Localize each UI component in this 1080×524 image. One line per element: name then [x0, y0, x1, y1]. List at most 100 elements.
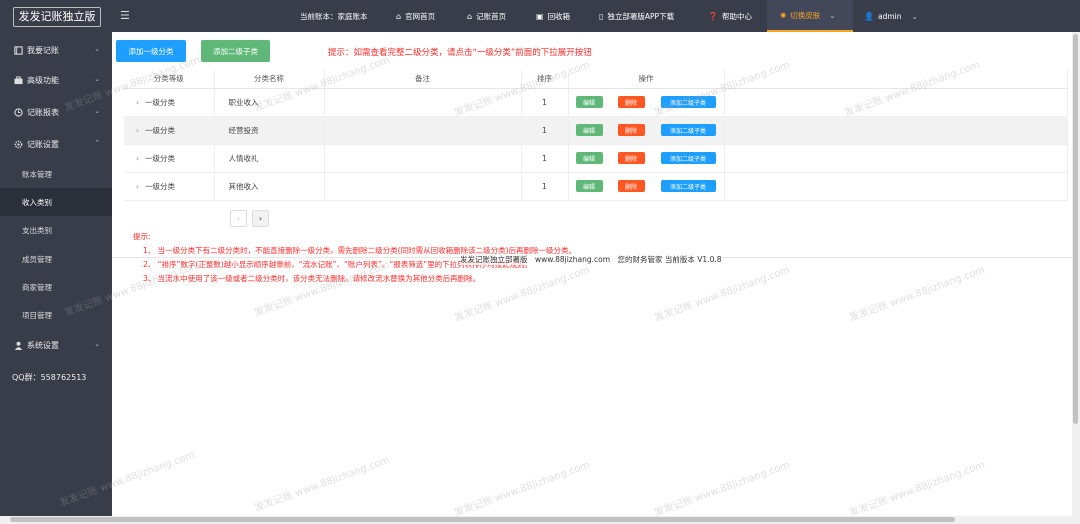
- sidebar-subitem-expense-categories[interactable]: 支出类别: [0, 216, 112, 244]
- clock-icon: [13, 107, 23, 117]
- level-cell[interactable]: › 一级分类: [124, 172, 215, 201]
- edit-button[interactable]: 编辑: [575, 124, 603, 136]
- add-subcategory-button[interactable]: 添加二级子类: [660, 96, 716, 108]
- note-cell: [324, 172, 522, 201]
- home-icon: ⌂: [467, 11, 473, 21]
- add-level1-button[interactable]: 添加一级分类: [116, 40, 186, 62]
- phone-icon: ▯: [599, 11, 604, 21]
- top-hint: 提示：如需查看完整二级分类，请点击“一级分类”前面的下拉展开按钮: [328, 48, 592, 58]
- nav-label: 独立部署版APP下载: [607, 11, 675, 21]
- nav-official-home[interactable]: ⌂ 官网首页: [396, 0, 435, 32]
- empty-cell: [724, 172, 1068, 201]
- level-cell[interactable]: › 一级分类: [124, 116, 215, 145]
- sidebar: 发发记账独立版 我要记账 ⌄ 高级功能 ⌄ 记账报表 ⌄ 记账设置 ⌃ 账本管理…: [0, 0, 112, 524]
- edit-button[interactable]: 编辑: [575, 152, 603, 164]
- add-level2-button[interactable]: 添加二级子类: [201, 40, 270, 62]
- edit-button[interactable]: 编辑: [575, 180, 603, 192]
- switch-skin-button[interactable]: ✺ 切换皮肤 ⌄: [767, 0, 853, 32]
- note-cell: [324, 144, 522, 173]
- menu-toggle-icon[interactable]: ☰: [120, 9, 130, 22]
- expand-chevron-icon[interactable]: ›: [136, 154, 139, 163]
- sidebar-subitem-projects[interactable]: 项目管理: [0, 301, 112, 329]
- current-book: 当前账本：家庭账本: [300, 11, 368, 21]
- level-cell[interactable]: › 一级分类: [124, 144, 215, 173]
- nav-record-home[interactable]: ⌂ 记账首页: [467, 0, 506, 32]
- delete-button[interactable]: 删除: [617, 180, 645, 192]
- ops-cell: 编辑 删除 添加二级子类: [568, 116, 725, 145]
- chevron-down-icon: ⌄: [829, 10, 836, 20]
- footer-text: 发发记账独立部署版 www.88jizhang.com 您的财务管家 当前版本 …: [460, 254, 722, 265]
- level-text: 一级分类: [145, 97, 175, 107]
- expand-chevron-icon[interactable]: ›: [136, 182, 139, 191]
- help-icon: ❓: [708, 11, 718, 21]
- briefcase-icon: [13, 75, 23, 85]
- sort-cell: 1: [521, 172, 569, 201]
- delete-button[interactable]: 删除: [617, 96, 645, 108]
- pager-prev-button[interactable]: ‹: [230, 210, 247, 227]
- ops-cell: 编辑 删除 添加二级子类: [568, 88, 725, 117]
- horizontal-scroll-thumb[interactable]: [10, 517, 955, 522]
- user-icon: 👤: [864, 11, 874, 21]
- name-cell: 职业收入: [214, 88, 325, 117]
- sidebar-subitem-books[interactable]: 账本管理: [0, 160, 112, 188]
- qq-group: QQ群：558762513: [12, 373, 87, 382]
- home-icon: ⌂: [396, 11, 402, 21]
- chevron-down-icon: ⌄: [94, 45, 100, 53]
- expand-chevron-icon[interactable]: ›: [136, 98, 139, 107]
- expand-chevron-icon[interactable]: ›: [136, 126, 139, 135]
- user-menu[interactable]: 👤 admin ⌄: [864, 0, 918, 32]
- table-row: › 一级分类 经营投资 1 编辑 删除 添加二级子类: [124, 116, 1068, 145]
- sort-cell: 1: [521, 116, 569, 145]
- nav-app-download[interactable]: ▯ 独立部署版APP下载: [599, 0, 674, 32]
- sidebar-item-settings[interactable]: 记账设置 ⌃: [0, 130, 112, 158]
- sidebar-item-label: 记账报表: [27, 107, 59, 117]
- nav-recycle-bin[interactable]: ▣ 回收箱: [536, 0, 570, 32]
- sidebar-subitem-members[interactable]: 成员管理: [0, 245, 112, 273]
- add-subcategory-button[interactable]: 添加二级子类: [660, 152, 716, 164]
- note-cell: [324, 116, 522, 145]
- top-navbar: ☰ 当前账本：家庭账本 ⌂ 官网首页 ⌂ 记账首页 ▣ 回收箱 ▯ 独立部署版APP下载…: [112, 0, 1080, 32]
- empty-cell: [724, 116, 1068, 145]
- level-text: 一级分类: [145, 181, 175, 191]
- add-subcategory-button[interactable]: 添加二级子类: [660, 124, 716, 136]
- sidebar-subitem-merchants[interactable]: 商家管理: [0, 273, 112, 301]
- sidebar-item-label: 我要记账: [27, 45, 59, 55]
- delete-button[interactable]: 删除: [617, 152, 645, 164]
- user-icon: [13, 340, 23, 350]
- chevron-down-icon: ⌄: [911, 11, 918, 21]
- nav-help-center[interactable]: ❓ 帮助中心: [708, 0, 752, 32]
- app-logo[interactable]: 发发记账独立版: [13, 7, 101, 27]
- sidebar-item-label: 记账设置: [27, 139, 59, 149]
- category-table: 分类等级 分类名称 备注 排序 操作 › 一级分类 职业收入 1 编辑 删除 添加二级…: [124, 70, 1068, 201]
- nav-label: 帮助中心: [721, 11, 752, 21]
- empty-cell: [724, 88, 1068, 117]
- nav-label: 官网首页: [405, 11, 436, 21]
- add-subcategory-button[interactable]: 添加二级子类: [660, 180, 716, 192]
- chevron-up-icon: ⌃: [94, 139, 100, 147]
- ops-cell: 编辑 删除 添加二级子类: [568, 144, 725, 173]
- column-header: 操作: [568, 70, 725, 89]
- name-cell: 其他收入: [214, 172, 325, 201]
- sidebar-item-system[interactable]: 系统设置 ⌄: [0, 331, 112, 359]
- table-row: › 一级分类 其他收入 1 编辑 删除 添加二级子类: [124, 172, 1068, 201]
- nav-label: 回收箱: [547, 11, 571, 21]
- sort-cell: 1: [521, 88, 569, 117]
- name-cell: 人情收礼: [214, 144, 325, 173]
- gear-icon: [13, 139, 23, 149]
- ops-cell: 编辑 删除 添加二级子类: [568, 172, 725, 201]
- column-header-empty: [724, 70, 1068, 89]
- sidebar-item-reports[interactable]: 记账报表 ⌄: [0, 98, 112, 126]
- horizontal-scrollbar[interactable]: [0, 516, 1080, 524]
- sidebar-item-record[interactable]: 我要记账 ⌄: [0, 36, 112, 64]
- column-header: 排序: [521, 70, 569, 89]
- skin-label: 切换皮肤: [790, 10, 821, 20]
- pager-next-button[interactable]: ›: [252, 210, 269, 227]
- level-cell[interactable]: › 一级分类: [124, 88, 215, 117]
- edit-button[interactable]: 编辑: [575, 96, 603, 108]
- sidebar-item-advanced[interactable]: 高级功能 ⌄: [0, 66, 112, 94]
- delete-button[interactable]: 删除: [617, 124, 645, 136]
- sidebar-subitem-income-categories[interactable]: 收入类别: [0, 188, 112, 216]
- vertical-scrollbar[interactable]: [1072, 32, 1080, 516]
- vertical-scroll-thumb[interactable]: [1073, 34, 1078, 424]
- palette-icon: ✺: [780, 10, 787, 20]
